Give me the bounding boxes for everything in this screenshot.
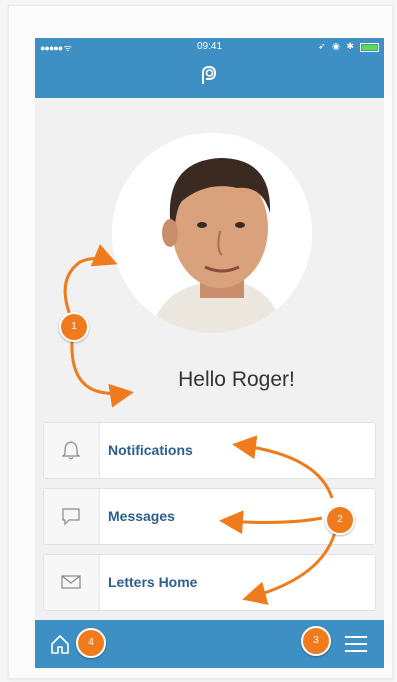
home-icon[interactable] xyxy=(49,633,71,655)
app-header xyxy=(35,56,384,98)
chat-bubble-icon xyxy=(62,508,80,526)
menu-item-icon-box xyxy=(44,555,100,610)
envelope-icon xyxy=(61,575,81,589)
menu-item-letters-home[interactable]: Letters Home xyxy=(43,554,376,611)
menu-item-notifications[interactable]: Notifications xyxy=(43,422,376,479)
hamburger-menu-icon[interactable] xyxy=(344,634,368,654)
annotation-badge-2: 2 xyxy=(325,505,355,535)
menu-item-label: Notifications xyxy=(108,442,193,458)
annotation-badge-1: 1 xyxy=(59,312,89,342)
greeting-text: Hello Roger! xyxy=(178,368,295,391)
profile-avatar[interactable] xyxy=(112,133,312,333)
status-bar: ●●●●● ᯤ 09:41 ➶ ◉ ✱ xyxy=(35,38,384,56)
status-icons: ➶ ◉ ✱ xyxy=(318,41,356,51)
menu-item-label: Letters Home xyxy=(108,574,198,590)
annotation-badge-4: 4 xyxy=(76,628,106,658)
menu-item-label: Messages xyxy=(108,508,175,524)
menu-item-icon-box xyxy=(44,423,100,478)
menu-item-icon-box xyxy=(44,489,100,544)
phone-screen: ●●●●● ᯤ 09:41 ➶ ◉ ✱ Hello Roger! Notific… xyxy=(35,38,384,668)
annotation-badge-3: 3 xyxy=(301,626,331,656)
bell-icon xyxy=(61,441,81,460)
app-logo-icon xyxy=(202,65,217,84)
battery-icon xyxy=(360,43,379,52)
